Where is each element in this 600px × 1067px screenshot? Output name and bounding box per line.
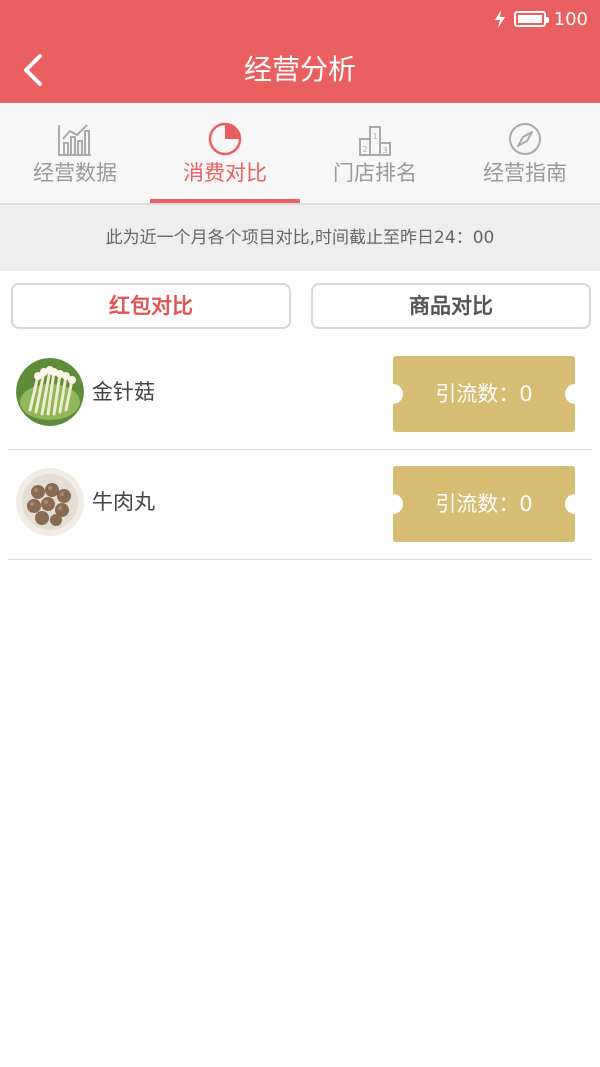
- podium-icon: 2 1 3: [359, 126, 391, 156]
- list-item[interactable]: 金针菇 引流数：0: [8, 339, 592, 450]
- tab-business-data[interactable]: 经营数据: [0, 103, 150, 203]
- notice-text: 此为近一个月各个项目对比,时间截止至昨日24：00: [0, 205, 600, 271]
- goods-compare-button[interactable]: 商品对比: [311, 283, 591, 329]
- red-packet-compare-button[interactable]: 红包对比: [11, 283, 291, 329]
- svg-text:2: 2: [362, 145, 367, 154]
- item-name: 金针菇: [92, 380, 155, 404]
- battery-icon: [513, 11, 549, 27]
- tab-bar: 经营数据 消费对比 2 1 3 门店排名 经营指南: [0, 103, 600, 203]
- battery-level: 100: [553, 8, 588, 30]
- traffic-count-badge: 引流数：0: [383, 356, 585, 432]
- tab-store-ranking[interactable]: 2 1 3 门店排名: [300, 103, 450, 203]
- compass-icon: [509, 123, 541, 155]
- tab-label: 经营数据: [33, 161, 117, 185]
- tab-label: 门店排名: [333, 161, 417, 185]
- svg-text:3: 3: [382, 146, 387, 155]
- app-header: 100 经营分析: [0, 0, 600, 103]
- list-item[interactable]: 牛肉丸 引流数：0: [8, 449, 592, 560]
- pie-chart-icon: [208, 122, 242, 156]
- tab-label: 经营指南: [483, 161, 567, 185]
- page-title: 经营分析: [243, 53, 356, 86]
- status-bar: 100: [494, 8, 588, 30]
- beef-ball-image: [16, 468, 84, 536]
- tab-label: 消费对比: [183, 161, 267, 185]
- enoki-mushroom-image: [16, 358, 84, 426]
- tab-business-guide[interactable]: 经营指南: [450, 103, 600, 203]
- bar-chart-icon: [58, 124, 91, 156]
- item-name: 牛肉丸: [92, 490, 155, 514]
- svg-text:1: 1: [372, 132, 377, 141]
- tab-consumption-compare[interactable]: 消费对比: [150, 103, 300, 203]
- charging-icon: [494, 10, 505, 28]
- traffic-count-badge: 引流数：0: [383, 466, 585, 542]
